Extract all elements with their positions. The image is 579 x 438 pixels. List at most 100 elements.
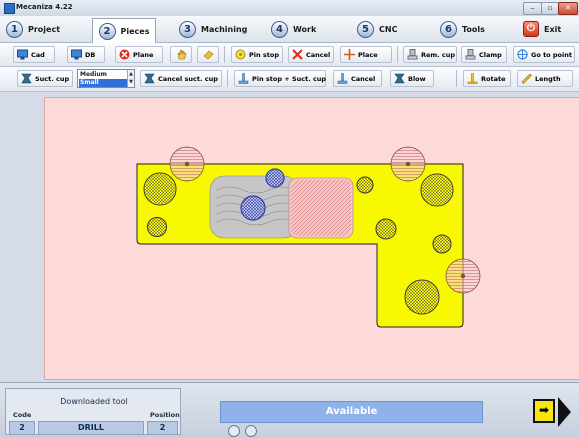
tab-number-icon: 5 <box>357 20 374 38</box>
cup-size-select[interactable]: Medium Small ▲ ▼ <box>77 69 135 88</box>
ruler-icon <box>521 73 532 84</box>
suction-cup-label: Suct. cup <box>35 74 70 83</box>
indicator-dot <box>245 425 257 437</box>
exit-label: Exit <box>544 24 562 34</box>
chevron-down-icon[interactable]: ▲ ▼ <box>127 70 134 87</box>
cancel-pin-label: Cancel <box>306 50 331 59</box>
cancel-x-icon <box>292 49 303 60</box>
tab-label: Machining <box>201 24 248 34</box>
toolbar-separator <box>224 46 225 63</box>
minimize-icon: ‒ <box>530 4 535 12</box>
arrow-right-icon: ➡ <box>538 403 550 417</box>
cad-button[interactable]: Cad <box>13 46 55 63</box>
tab-number-icon: 6 <box>440 20 457 38</box>
work-area-canvas[interactable] <box>44 97 579 380</box>
toolbar-suction: Suct. cup Medium Small ▲ ▼ Cancel suct. c… <box>0 67 579 92</box>
maximize-button[interactable]: ▫ <box>541 2 559 15</box>
cancel-suction-cup-button[interactable]: Cancel suct. cup <box>140 70 222 87</box>
pin-icon <box>238 73 249 84</box>
db-button[interactable]: DB <box>67 46 105 63</box>
rotate-button[interactable]: Rotate <box>463 70 511 87</box>
go-to-point-label: Go to point <box>531 50 572 59</box>
database-icon <box>71 49 82 60</box>
suction-cup-button[interactable]: Suct. cup <box>17 70 73 87</box>
blow-icon <box>394 73 405 84</box>
toolbar-separator <box>397 46 398 63</box>
tab-label: CNC <box>379 24 398 34</box>
blow-label: Blow <box>408 74 426 83</box>
monitor-icon <box>17 49 28 60</box>
tab-label: Tools <box>462 24 485 34</box>
go-to-point-button[interactable]: Go to point <box>513 46 575 63</box>
length-button[interactable]: Length <box>517 70 573 87</box>
eraser-button[interactable] <box>197 46 219 63</box>
pin-stop-button[interactable]: Pin stop <box>231 46 283 63</box>
eraser-icon <box>203 50 213 60</box>
plane-button[interactable]: Plane <box>115 46 163 63</box>
tool-name-value: DRILL <box>38 421 144 435</box>
title-bar: Mecaniza 4.22 ‒ ▫ ✕ <box>0 0 579 17</box>
toolbar-separator <box>227 70 228 87</box>
tab-number-icon: 4 <box>271 20 288 38</box>
tool-code-value: 2 <box>9 421 35 435</box>
code-label: Code <box>13 411 32 419</box>
pin-stop-suction-cup-button[interactable]: Pin stop + Suct. cup <box>234 70 326 87</box>
cad-label: Cad <box>31 50 45 59</box>
tab-label: Project <box>28 24 61 34</box>
exit-button[interactable]: ⏻ Exit <box>523 18 561 40</box>
suction-cup-icon <box>144 73 155 84</box>
tab-tools[interactable]: 6 Tools <box>440 18 485 40</box>
close-button[interactable]: ✕ <box>558 2 578 15</box>
power-icon: ⏻ <box>523 21 539 37</box>
target-icon <box>517 49 528 60</box>
cup-size-option-selected[interactable]: Small <box>79 79 127 87</box>
clamp-icon <box>465 49 476 60</box>
rotate-icon <box>467 73 478 84</box>
tab-cnc[interactable]: 5 CNC <box>357 18 397 40</box>
cancel-pin-button[interactable]: Cancel <box>288 46 334 63</box>
cancel-pin-suction-button[interactable]: Cancel <box>333 70 382 87</box>
window-title: Mecaniza 4.22 <box>16 3 73 11</box>
tab-pieces[interactable]: 2 Pieces <box>92 18 156 43</box>
main-tabs: 1 Project 2 Pieces 3 Machining 4 Work 5 … <box>0 16 579 43</box>
clamp-label: Clamp <box>479 50 502 59</box>
pin-stop-label: Pin stop <box>249 50 279 59</box>
availability-status: Available <box>220 401 483 423</box>
tab-number-icon: 2 <box>98 22 116 40</box>
remove-cup-label: Rem. cup <box>421 50 456 59</box>
play-arrow-icon[interactable] <box>558 397 571 427</box>
clamp-button[interactable]: Clamp <box>461 46 507 63</box>
pin-stop-icon <box>235 49 246 60</box>
db-label: DB <box>85 50 96 59</box>
place-button[interactable]: Place <box>340 46 392 63</box>
tab-project[interactable]: 1 Project <box>6 18 60 40</box>
toolbar-separator <box>456 70 457 87</box>
hand-button[interactable] <box>170 46 192 63</box>
place-label: Place <box>358 50 378 59</box>
close-icon: ✕ <box>565 4 571 12</box>
indicator-dot <box>228 425 240 437</box>
remove-cup-button[interactable]: Rem. cup <box>403 46 457 63</box>
position-label: Position <box>150 411 180 419</box>
pin-stop-suction-cup-label: Pin stop + Suct. cup <box>252 74 327 83</box>
tab-label: Pieces <box>120 26 150 36</box>
piece-drawing[interactable] <box>45 98 579 381</box>
plane-label: Plane <box>133 50 154 59</box>
blow-button[interactable]: Blow <box>390 70 434 87</box>
rotate-label: Rotate <box>481 74 506 83</box>
status-bar: Downloaded tool Code Position 2 DRILL 2 … <box>0 382 579 438</box>
tab-work[interactable]: 4 Work <box>271 18 316 40</box>
next-button[interactable]: ➡ <box>533 399 555 423</box>
tab-machining[interactable]: 3 Machining <box>179 18 247 40</box>
crosshair-icon <box>344 49 355 60</box>
suction-cup-icon <box>21 73 32 84</box>
cup-size-option[interactable]: Medium <box>80 71 107 78</box>
hand-icon <box>177 49 186 60</box>
cancel-pin-suction-label: Cancel <box>351 74 376 83</box>
app-icon <box>4 3 15 14</box>
pin-icon <box>337 73 348 84</box>
downloaded-tool-panel: Downloaded tool Code Position 2 DRILL 2 <box>5 388 181 435</box>
minimize-button[interactable]: ‒ <box>523 2 542 15</box>
delete-icon <box>119 49 130 60</box>
remove-cup-icon <box>407 49 418 60</box>
